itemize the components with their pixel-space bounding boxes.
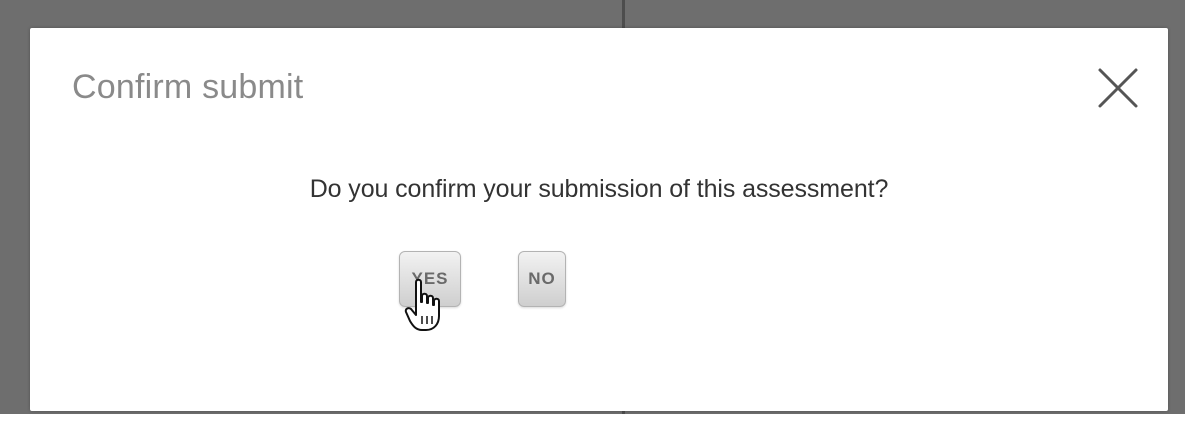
yes-button[interactable]: YES <box>399 251 461 307</box>
close-icon <box>1096 66 1140 110</box>
dialog-title: Confirm submit <box>72 68 304 106</box>
confirm-dialog: Confirm submit Do you confirm your submi… <box>30 28 1168 411</box>
close-button[interactable] <box>1096 66 1140 110</box>
backdrop-bottom-strip <box>0 414 1185 426</box>
no-button[interactable]: NO <box>518 251 566 307</box>
confirm-message: Do you confirm your submission of this a… <box>309 175 889 203</box>
